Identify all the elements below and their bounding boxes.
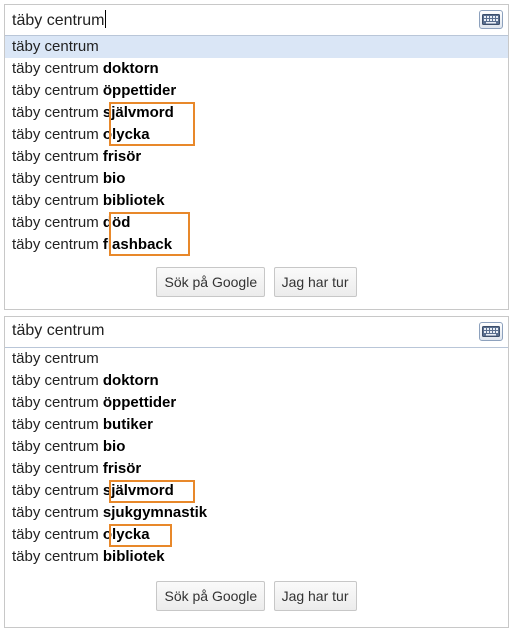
suggestion-prefix: täby centrum — [12, 60, 99, 77]
autocomplete-panel-2: täby centrum täby centrum täby centrum d… — [4, 316, 509, 628]
suggestion-item[interactable]: täby centrum självmord — [5, 102, 508, 124]
suggestion-completion: olycka — [102, 126, 150, 143]
suggestion-completion: doktorn — [102, 372, 159, 389]
google-search-button[interactable]: Sök på Google — [156, 581, 266, 611]
suggestion-completion: frisör — [102, 460, 142, 477]
suggestion-item[interactable]: täby centrum butiker — [5, 414, 508, 436]
suggestion-list: täby centrum täby centrum doktorn täby c… — [5, 36, 508, 256]
suggestion-completion: död — [102, 214, 131, 231]
search-box[interactable]: täby centrum — [5, 5, 508, 36]
suggestion-item[interactable]: täby centrum doktorn — [5, 370, 508, 392]
suggestion-item[interactable]: täby centrum doktorn — [5, 58, 508, 80]
suggestion-prefix: täby centrum — [12, 104, 99, 121]
suggestion-prefix: täby centrum — [12, 482, 99, 499]
suggestion-item[interactable]: täby centrum olycka — [5, 524, 508, 546]
search-box[interactable]: täby centrum — [5, 317, 508, 348]
suggestion-item[interactable]: täby centrum bibliotek — [5, 190, 508, 212]
button-row: Sök på Google Jag har tur — [5, 267, 508, 297]
suggestion-prefix: täby centrum — [12, 214, 99, 231]
suggestion-completion: självmord — [102, 104, 174, 121]
suggestion-completion: öppettider — [102, 82, 177, 99]
feeling-lucky-button[interactable]: Jag har tur — [273, 267, 357, 297]
suggestion-item[interactable]: täby centrum flashback — [5, 234, 508, 256]
suggestion-prefix: täby centrum — [12, 548, 99, 565]
suggestion-prefix: täby centrum — [12, 170, 99, 187]
suggestion-item[interactable]: täby centrum självmord — [5, 480, 508, 502]
suggestion-prefix: täby centrum — [12, 394, 99, 411]
text-caret — [105, 10, 107, 28]
suggestion-prefix: täby centrum — [12, 526, 99, 543]
suggestion-completion: doktorn — [102, 60, 159, 77]
autocomplete-panel-1: täby centrum täby centrum täby centrum d… — [4, 4, 509, 310]
keyboard-icon — [482, 14, 500, 25]
suggestion-item[interactable]: täby centrum — [5, 348, 508, 370]
suggestion-prefix: täby centrum — [12, 38, 99, 55]
suggestion-prefix: täby centrum — [12, 236, 99, 253]
suggestion-prefix: täby centrum — [12, 126, 99, 143]
suggestion-item[interactable]: täby centrum sjukgymnastik — [5, 502, 508, 524]
suggestion-prefix: täby centrum — [12, 148, 99, 165]
suggestion-completion: öppettider — [102, 394, 177, 411]
suggestion-item[interactable]: täby centrum öppettider — [5, 80, 508, 102]
suggestion-item[interactable]: täby centrum — [5, 36, 508, 58]
suggestion-item[interactable]: täby centrum bio — [5, 436, 508, 458]
virtual-keyboard-button[interactable] — [479, 322, 503, 341]
virtual-keyboard-button[interactable] — [479, 10, 503, 29]
search-input[interactable]: täby centrum — [12, 10, 107, 30]
suggestion-prefix: täby centrum — [12, 350, 99, 367]
suggestion-prefix: täby centrum — [12, 192, 99, 209]
google-search-button[interactable]: Sök på Google — [156, 267, 266, 297]
suggestion-completion: olycka — [102, 526, 150, 543]
suggestion-prefix: täby centrum — [12, 504, 99, 521]
button-row: Sök på Google Jag har tur — [5, 581, 508, 611]
keyboard-icon — [482, 326, 500, 337]
feeling-lucky-button[interactable]: Jag har tur — [273, 581, 357, 611]
suggestion-completion: butiker — [102, 416, 153, 433]
suggestion-completion: självmord — [102, 482, 174, 499]
suggestion-prefix: täby centrum — [12, 82, 99, 99]
suggestion-completion: bibliotek — [102, 548, 165, 565]
suggestion-prefix: täby centrum — [12, 416, 99, 433]
suggestion-completion: flashback — [102, 236, 173, 253]
suggestion-prefix: täby centrum — [12, 372, 99, 389]
suggestion-prefix: täby centrum — [12, 438, 99, 455]
search-input[interactable]: täby centrum — [12, 322, 104, 340]
suggestion-item[interactable]: täby centrum olycka — [5, 124, 508, 146]
suggestion-item[interactable]: täby centrum bio — [5, 168, 508, 190]
suggestion-item[interactable]: täby centrum frisör — [5, 146, 508, 168]
suggestion-completion: bio — [102, 438, 126, 455]
suggestion-item[interactable]: täby centrum öppettider — [5, 392, 508, 414]
suggestion-completion: bio — [102, 170, 126, 187]
suggestion-item[interactable]: täby centrum frisör — [5, 458, 508, 480]
suggestion-completion: frisör — [102, 148, 142, 165]
suggestion-prefix: täby centrum — [12, 460, 99, 477]
suggestion-item[interactable]: täby centrum död — [5, 212, 508, 234]
suggestion-item[interactable]: täby centrum bibliotek — [5, 546, 508, 568]
suggestion-completion: sjukgymnastik — [102, 504, 208, 521]
suggestion-completion: bibliotek — [102, 192, 165, 209]
suggestion-list: täby centrum täby centrum doktorn täby c… — [5, 348, 508, 568]
